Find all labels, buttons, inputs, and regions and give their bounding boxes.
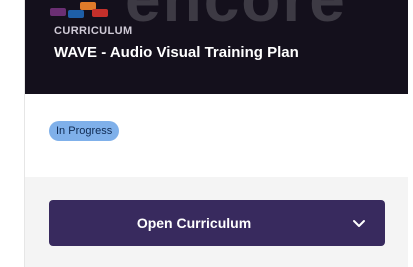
open-curriculum-button[interactable]: Open Curriculum: [49, 200, 385, 246]
curriculum-card: encore CURRICULUM WAVE - Audio Visual Tr…: [24, 0, 408, 267]
curriculum-title: WAVE - Audio Visual Training Plan: [54, 44, 299, 61]
brand-logo-icon: [50, 0, 108, 24]
status-section: In Progress: [25, 94, 408, 177]
card-footer: Open Curriculum: [25, 177, 408, 267]
chevron-down-icon[interactable]: [352, 217, 366, 229]
banner-watermark: encore: [125, 0, 347, 36]
open-curriculum-label: Open Curriculum: [136, 215, 252, 231]
curriculum-eyebrow: CURRICULUM: [54, 25, 133, 37]
status-badge: In Progress: [49, 121, 120, 141]
page: encore CURRICULUM WAVE - Audio Visual Tr…: [0, 0, 413, 267]
curriculum-banner: encore CURRICULUM WAVE - Audio Visual Tr…: [25, 0, 408, 94]
